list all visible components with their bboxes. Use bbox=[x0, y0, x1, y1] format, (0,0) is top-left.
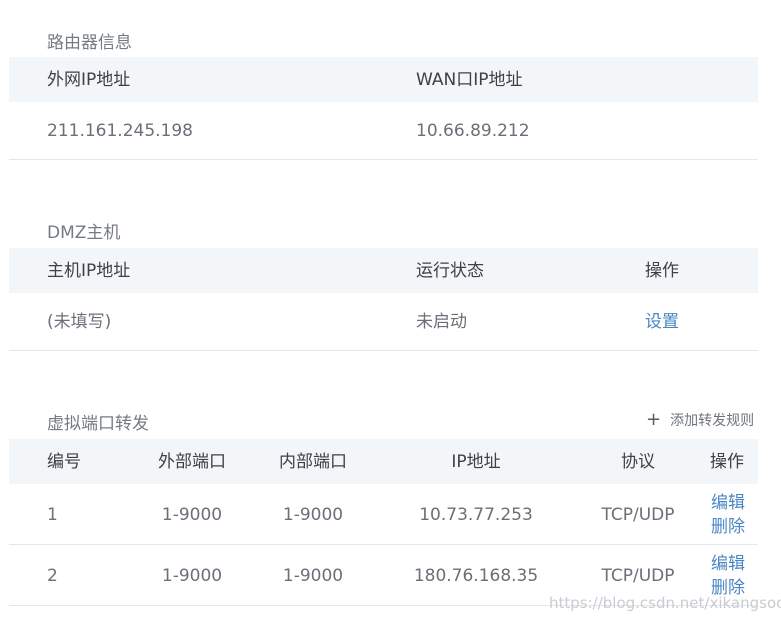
header-ip-address: IP地址 bbox=[451, 452, 501, 472]
header-protocol: 协议 bbox=[621, 452, 655, 472]
dmz-status-value: 未启动 bbox=[416, 312, 467, 332]
dmz-settings-link[interactable]: 设置 bbox=[645, 311, 679, 333]
wan-ip-value: 10.66.89.212 bbox=[416, 121, 530, 141]
row-ip-address: 180.76.168.35 bbox=[413, 566, 539, 586]
header-operation: 操作 bbox=[710, 452, 744, 472]
row-external-port: 1-9000 bbox=[161, 566, 223, 586]
port-forward-title: 虚拟端口转发 bbox=[47, 414, 149, 434]
row-protocol: TCP/UDP bbox=[601, 566, 675, 586]
router-info-title: 路由器信息 bbox=[47, 33, 132, 53]
row-external-port: 1-9000 bbox=[161, 505, 223, 525]
row-internal-port: 1-9000 bbox=[282, 505, 344, 525]
delete-link[interactable]: 删除 bbox=[711, 516, 745, 538]
edit-link[interactable]: 编辑 bbox=[711, 553, 745, 575]
external-ip-value: 211.161.245.198 bbox=[47, 121, 194, 141]
edit-link[interactable]: 编辑 bbox=[711, 492, 745, 514]
header-internal-port: 内部端口 bbox=[279, 452, 347, 472]
row-ip-address: 10.73.77.253 bbox=[419, 505, 533, 525]
divider bbox=[9, 350, 758, 351]
header-external-port: 外部端口 bbox=[158, 452, 226, 472]
watermark: https://blog.csdn.net/xikangsoon bbox=[549, 594, 781, 612]
dmz-title: DMZ主机 bbox=[47, 223, 121, 243]
plus-icon: + bbox=[646, 409, 662, 430]
header-action: 操作 bbox=[645, 261, 679, 281]
header-run-status: 运行状态 bbox=[416, 261, 484, 281]
dmz-header: 主机IP地址 运行状态 操作 bbox=[9, 248, 758, 293]
add-rule-label: 添加转发规则 bbox=[670, 413, 755, 429]
header-wan-external-ip: 外网IP地址 bbox=[47, 70, 131, 90]
router-info-header: 外网IP地址 WAN口IP地址 bbox=[9, 57, 758, 102]
divider bbox=[9, 159, 758, 160]
port-forward-header: 编号 外部端口 内部端口 IP地址 协议 操作 bbox=[9, 439, 758, 484]
row-number: 1 bbox=[47, 505, 58, 525]
row-protocol: TCP/UDP bbox=[601, 505, 675, 525]
dmz-host-ip-value: (未填写) bbox=[47, 312, 112, 332]
header-number: 编号 bbox=[47, 452, 81, 472]
row-internal-port: 1-9000 bbox=[282, 566, 344, 586]
add-rule-button[interactable]: + 添加转发规则 bbox=[646, 410, 754, 430]
row-number: 2 bbox=[47, 566, 58, 586]
header-host-ip: 主机IP地址 bbox=[47, 261, 131, 281]
divider bbox=[9, 544, 758, 545]
header-wan-port-ip: WAN口IP地址 bbox=[416, 70, 523, 90]
